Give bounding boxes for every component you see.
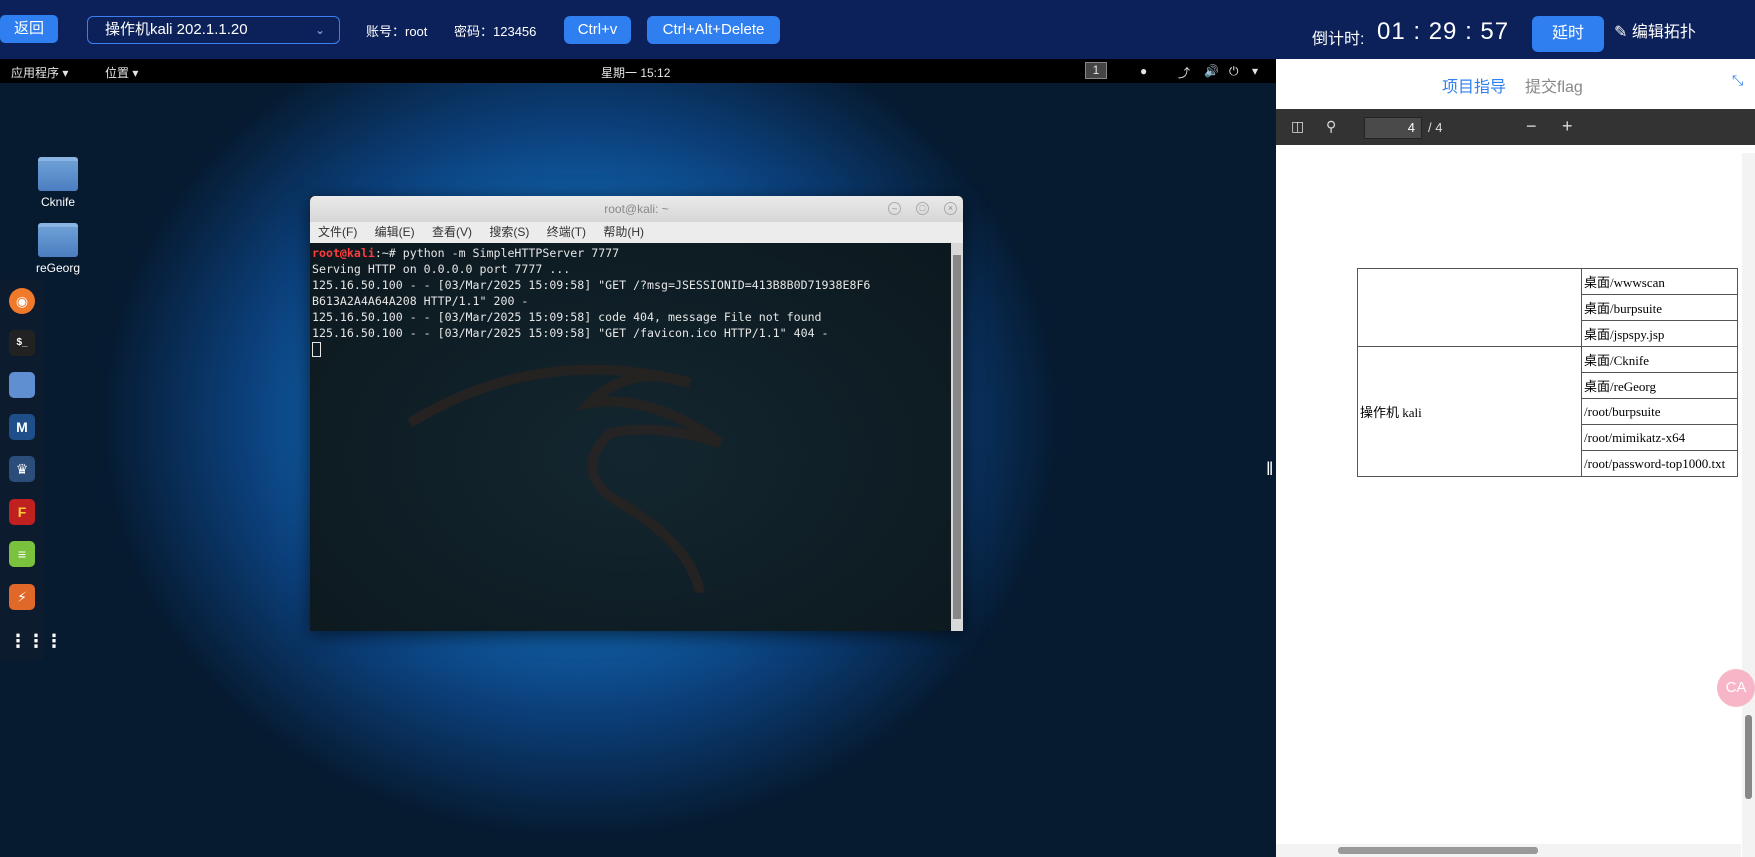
table-cell: 桌面/jspspy.jsp (1581, 320, 1738, 347)
menu-view[interactable]: 查看(V) (432, 225, 472, 239)
desktop-icon-label: Cknife (40, 195, 75, 209)
places-menu[interactable]: 位置 ▾ (105, 64, 138, 81)
faraday-icon[interactable]: F (9, 499, 35, 525)
machine-select-value: 操作机kali 202.1.1.20 (105, 21, 248, 38)
applications-menu[interactable]: 应用程序 ▾ (11, 64, 68, 81)
table-cell: 桌面/reGeorg (1581, 372, 1738, 399)
armitage-icon[interactable]: ♛ (9, 456, 35, 482)
pdf-toolbar: ◫ ⚲ 4 / 4 − + (1276, 109, 1755, 149)
back-button[interactable]: 返回 (0, 15, 58, 43)
terminal-line: Serving HTTP on 0.0.0.0 port 7777 ... (312, 262, 571, 276)
notes-icon[interactable]: ≡ (9, 541, 35, 567)
remote-desktop[interactable]: 应用程序 ▾ 位置 ▾ 星期一 15:12 1 ● ⤴ 🔊 ⏻ ▾ Cknife… (0, 59, 1276, 857)
table-cell (1357, 268, 1582, 347)
terminal-prompt: root@kali (312, 246, 375, 260)
menu-file[interactable]: 文件(F) (318, 225, 357, 239)
tab-project-guide[interactable]: 项目指导 (1442, 73, 1506, 97)
terminal-window[interactable]: root@kali: ~ – □ × 文件(F) 编辑(E) 查看(V) 搜索(… (310, 196, 963, 631)
guide-panel: 项目指导 提交flag ⤡ ◫ ⚲ 4 / 4 − + 桌面/wwwscan 桌… (1276, 59, 1755, 857)
terminal-titlebar[interactable]: root@kali: ~ – □ × (310, 196, 963, 222)
machine-select[interactable]: 操作机kali 202.1.1.20 ⌄ (87, 16, 340, 44)
terminal-icon[interactable]: $_ (9, 330, 35, 356)
desktop-icon-cknife[interactable]: Cknife (28, 157, 88, 209)
menu-help[interactable]: 帮助(H) (603, 225, 644, 239)
ctrl-v-button[interactable]: Ctrl+v (564, 16, 631, 44)
edit-topology-label: 编辑拓扑 (1631, 24, 1696, 41)
terminal-command: :~# python -m SimpleHTTPServer 7777 (374, 246, 620, 260)
page-total: / 4 (1428, 120, 1443, 135)
firefox-icon[interactable]: ◉ (9, 288, 35, 314)
table-cell: /root/burpsuite (1581, 398, 1738, 425)
dock: ◉ $_ M ♛ F ≡ ⚡ ⋮⋮⋮ (0, 279, 63, 661)
desktop-icon-regeorg[interactable]: reGeorg (28, 223, 88, 275)
tab-submit-flag[interactable]: 提交flag (1525, 73, 1583, 97)
burpsuite-icon[interactable]: ⚡ (9, 584, 35, 610)
table-cell: /root/mimikatz-x64 (1581, 424, 1738, 451)
guide-tabs: 项目指导 提交flag ⤡ (1276, 59, 1755, 105)
table-cell: /root/password-top1000.txt (1581, 450, 1738, 477)
scrollbar-thumb[interactable] (1338, 847, 1538, 854)
terminal-scrollbar[interactable] (951, 243, 963, 631)
collapse-icon[interactable]: ⤡ (1732, 72, 1752, 92)
terminal-output[interactable]: root@kali:~# python -m SimpleHTTPServer … (310, 243, 951, 631)
search-icon[interactable]: ⚲ (1326, 118, 1336, 135)
pdf-vertical-scrollbar[interactable] (1742, 153, 1755, 857)
chevron-down-icon[interactable]: ▾ (1252, 64, 1258, 78)
terminal-title: root@kali: ~ (604, 202, 669, 216)
workspace-indicator[interactable]: 1 (1085, 62, 1107, 79)
terminal-menubar: 文件(F) 编辑(E) 查看(V) 搜索(S) 终端(T) 帮助(H) (310, 222, 963, 243)
terminal-line: 125.16.50.100 - - [03/Mar/2025 15:09:58]… (312, 278, 871, 292)
desktop-icon-label: reGeorg (35, 261, 81, 275)
pdf-horizontal-scrollbar[interactable] (1276, 844, 1741, 857)
menu-terminal[interactable]: 终端(T) (547, 225, 586, 239)
edit-topology-button[interactable]: ✎ 编辑拓扑 (1614, 18, 1696, 42)
maximize-icon[interactable]: □ (916, 202, 929, 215)
table-cell: 桌面/wwwscan (1581, 268, 1738, 295)
scrollbar-thumb[interactable] (1745, 715, 1752, 799)
video-icon[interactable]: ● (1140, 64, 1147, 78)
countdown-label: 倒计时: (1312, 31, 1365, 48)
app-grid-icon[interactable]: ⋮⋮⋮ (9, 628, 63, 654)
table-cell: 桌面/Cknife (1581, 346, 1738, 373)
zoom-out-icon[interactable]: − (1526, 116, 1537, 137)
metasploit-icon[interactable]: M (9, 414, 35, 440)
zoom-in-icon[interactable]: + (1562, 116, 1573, 137)
clock[interactable]: 星期一 15:12 (601, 64, 670, 81)
files-icon[interactable] (9, 372, 35, 398)
volume-icon[interactable]: 🔊 (1204, 64, 1219, 78)
scrollbar-thumb[interactable] (953, 255, 961, 619)
floating-assistant-button[interactable]: CA (1717, 669, 1755, 707)
chevron-down-icon: ⌄ (314, 23, 325, 37)
folder-icon (38, 223, 78, 257)
terminal-cursor (312, 342, 321, 357)
network-icon[interactable]: ⤴ (1178, 64, 1190, 81)
minimize-icon[interactable]: – (888, 202, 901, 215)
close-icon[interactable]: × (944, 202, 957, 215)
password-text: 密码：123456 (454, 24, 537, 39)
top-bar: 返回 操作机kali 202.1.1.20 ⌄ 账号：root 密码：12345… (0, 0, 1755, 59)
menu-edit[interactable]: 编辑(E) (375, 225, 415, 239)
sidebar-toggle-icon[interactable]: ◫ (1291, 118, 1304, 135)
delay-button[interactable]: 延时 (1532, 16, 1604, 52)
ctrl-alt-delete-button[interactable]: Ctrl+Alt+Delete (647, 16, 780, 44)
countdown-timer: 01 : 29 : 57 (1377, 18, 1510, 45)
pencil-icon: ✎ (1614, 24, 1628, 41)
table-cell: 桌面/burpsuite (1581, 294, 1738, 321)
kali-top-panel: 应用程序 ▾ 位置 ▾ 星期一 15:12 1 ● ⤴ 🔊 ⏻ ▾ (0, 59, 1276, 83)
folder-icon (38, 157, 78, 191)
table-cell-group: 操作机 kali (1357, 346, 1582, 477)
account-text: 账号：root (366, 24, 428, 39)
pdf-page: 桌面/wwwscan 桌面/burpsuite 桌面/jspspy.jsp 操作… (1276, 153, 1741, 857)
power-icon[interactable]: ⏻ (1229, 64, 1239, 79)
pdf-table: 桌面/wwwscan 桌面/burpsuite 桌面/jspspy.jsp 操作… (1357, 268, 1738, 477)
page-number-input[interactable]: 4 (1364, 117, 1422, 139)
menu-search[interactable]: 搜索(S) (489, 225, 529, 239)
kali-dragon-watermark (407, 364, 723, 593)
panel-splitter[interactable]: ‖ (1266, 459, 1276, 481)
